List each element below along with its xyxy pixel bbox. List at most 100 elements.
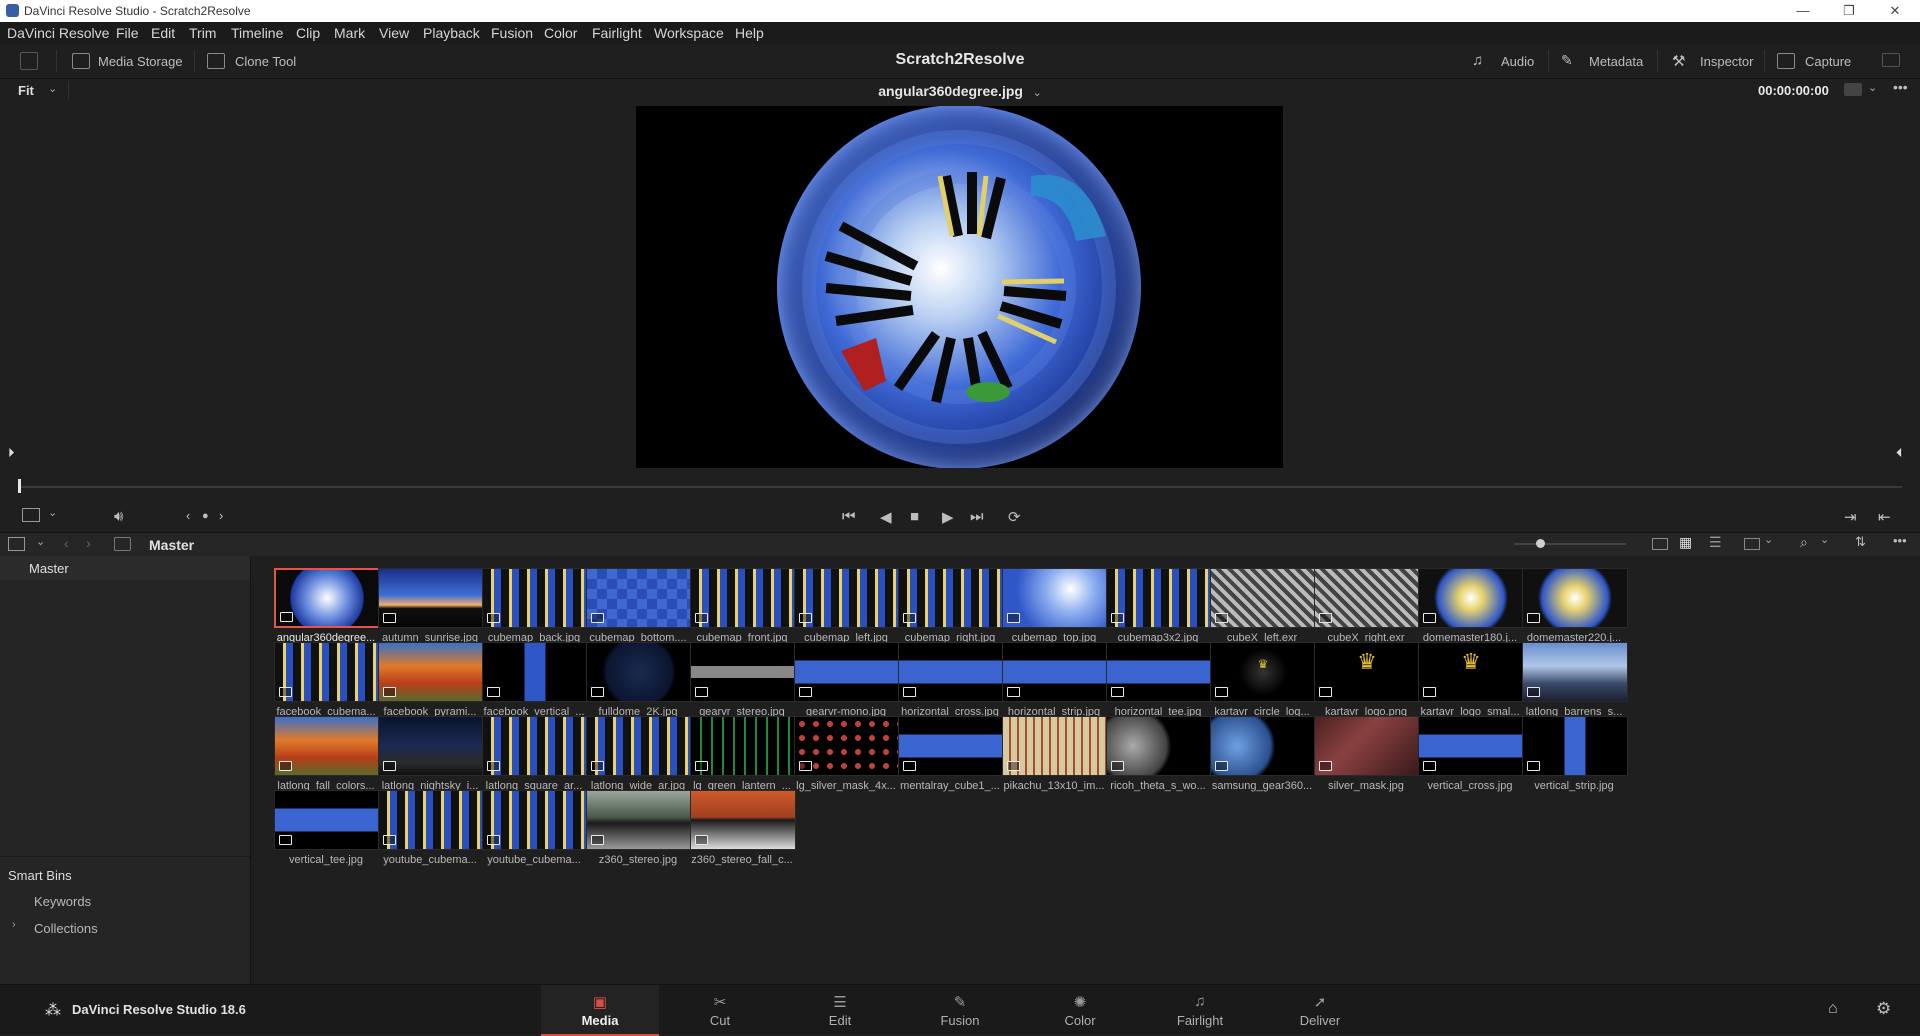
media-clip[interactable]: silver_mask.jpg	[1306, 704, 1426, 792]
keywords-bin[interactable]: Keywords	[34, 894, 91, 909]
clip-thumbnail[interactable]	[378, 790, 484, 850]
clip-thumbnail[interactable]	[378, 568, 484, 628]
clip-thumbnail[interactable]	[1210, 716, 1316, 776]
minimize-button[interactable]: —	[1780, 0, 1826, 22]
clip-thumbnail[interactable]	[898, 642, 1004, 702]
search-icon[interactable]: ⌕	[1800, 534, 1808, 551]
clip-thumbnail[interactable]	[1210, 568, 1316, 628]
clip-position-dot-icon[interactable]: ●	[202, 510, 209, 522]
play-reverse-icon[interactable]: ◀	[880, 508, 892, 526]
media-clip[interactable]: youtube_cubema...	[370, 778, 490, 866]
chevron-down-icon[interactable]: ⌄	[1033, 87, 1042, 99]
clip-thumbnail[interactable]	[1002, 716, 1108, 776]
capture-icon[interactable]	[1777, 53, 1795, 69]
media-clip[interactable]: youtube_cubema...	[474, 778, 594, 866]
scrubber-bar[interactable]	[0, 473, 1920, 503]
clip-thumbnail[interactable]	[690, 568, 796, 628]
media-clip[interactable]: mentalray_cube1_...	[890, 704, 1010, 792]
clip-thumbnail[interactable]	[482, 568, 588, 628]
go-to-first-frame-icon[interactable]: ⏵	[8, 445, 15, 461]
clip-thumbnail[interactable]	[1522, 568, 1628, 628]
metadata-view-icon[interactable]	[1652, 538, 1668, 550]
clip-thumbnail[interactable]	[1002, 568, 1108, 628]
clip-thumbnail[interactable]	[586, 642, 692, 702]
menu-fairlight[interactable]: Fairlight	[592, 25, 642, 41]
chevron-down-icon[interactable]: ⌄	[36, 535, 45, 548]
media-clip[interactable]: vertical_cross.jpg	[1410, 704, 1530, 792]
page-tab-fairlight[interactable]: ♫ Fairlight	[1141, 985, 1259, 1034]
home-icon[interactable]: ⌂	[1828, 1000, 1838, 1018]
collections-bin[interactable]: Collections	[34, 921, 98, 936]
thumbnail-view-icon[interactable]: ▦	[1679, 534, 1692, 551]
menu-fusion[interactable]: Fusion	[491, 25, 533, 41]
back-icon[interactable]: ‹	[64, 535, 69, 551]
menu-clip[interactable]: Clip	[296, 25, 320, 41]
page-tab-cut[interactable]: ✂ Cut	[661, 985, 779, 1034]
mark-in-icon[interactable]: ⇥	[1844, 508, 1857, 526]
slider-handle[interactable]	[1536, 539, 1545, 548]
menu-view[interactable]: View	[379, 25, 409, 41]
previous-clip-icon[interactable]: ‹	[186, 508, 190, 523]
scrubber-track[interactable]	[18, 486, 1902, 488]
go-to-last-frame-icon[interactable]: ⏴	[1896, 445, 1903, 461]
more-options-icon[interactable]: •••	[1893, 79, 1908, 95]
media-clip[interactable]: samsung_gear360...	[1202, 704, 1322, 792]
bin-master-label[interactable]: Master	[29, 561, 69, 576]
chevron-down-icon[interactable]: ⌄	[1764, 533, 1773, 546]
media-clip[interactable]: pikachu_13x10_im...	[994, 704, 1114, 792]
monitor-icon[interactable]	[1882, 53, 1900, 67]
clip-thumbnail[interactable]	[1106, 716, 1212, 776]
media-clip[interactable]: z360_stereo_fall_c...	[682, 778, 802, 866]
list-view-icon[interactable]: ☰	[1709, 534, 1722, 551]
viewer-layout-icon[interactable]	[22, 508, 40, 522]
clip-thumbnail[interactable]	[794, 642, 900, 702]
clip-thumbnail[interactable]	[1314, 716, 1420, 776]
clip-thumbnail[interactable]	[586, 568, 692, 628]
metadata-icon[interactable]: ✎	[1561, 52, 1573, 69]
forward-icon[interactable]: ›	[86, 535, 91, 551]
clip-thumbnail[interactable]	[898, 568, 1004, 628]
audio-button[interactable]: Audio	[1501, 54, 1534, 69]
audio-icon[interactable]: ♫	[1472, 52, 1483, 69]
clip-thumbnail[interactable]	[482, 642, 588, 702]
clip-thumbnail[interactable]	[482, 790, 588, 850]
menu-file[interactable]: File	[116, 25, 139, 41]
menu-help[interactable]: Help	[735, 25, 764, 41]
page-tab-fusion[interactable]: ✎ Fusion	[901, 985, 1019, 1034]
capture-button[interactable]: Capture	[1805, 54, 1851, 69]
chevron-down-icon[interactable]: ⌄	[1820, 533, 1829, 546]
clip-thumbnail[interactable]: ♛	[1210, 642, 1316, 702]
page-tab-edit[interactable]: ☰ Edit	[781, 985, 899, 1034]
clip-thumbnail[interactable]	[274, 716, 380, 776]
go-to-end-icon[interactable]: ⏭	[970, 508, 984, 525]
viewer-frame[interactable]	[636, 106, 1283, 468]
clip-thumbnail[interactable]	[1106, 642, 1212, 702]
play-icon[interactable]: ▶	[942, 508, 954, 526]
sort-icon[interactable]: ⇅	[1855, 534, 1866, 550]
media-clip[interactable]: ricoh_theta_s_wo...	[1098, 704, 1218, 792]
clip-thumbnail[interactable]	[1418, 716, 1524, 776]
thumbnail-size-slider[interactable]	[1514, 543, 1626, 545]
filter-icon[interactable]	[114, 537, 131, 551]
clip-thumbnail[interactable]	[1314, 568, 1420, 628]
clip-thumbnail[interactable]	[1002, 642, 1108, 702]
clip-thumbnail[interactable]	[690, 642, 796, 702]
bin-list-toggle-icon[interactable]	[8, 537, 25, 551]
clip-thumbnail[interactable]	[1418, 568, 1524, 628]
page-tab-media[interactable]: ▣ Media	[541, 985, 659, 1036]
clip-thumbnail[interactable]: ♛	[1314, 642, 1420, 702]
clip-thumbnail[interactable]	[898, 716, 1004, 776]
clip-thumbnail[interactable]: ♛	[1418, 642, 1524, 702]
clip-thumbnail[interactable]	[274, 568, 380, 628]
more-options-icon[interactable]: •••	[1893, 533, 1907, 548]
menu-color[interactable]: Color	[544, 25, 577, 41]
clip-thumbnail[interactable]	[794, 568, 900, 628]
current-clip-name[interactable]: angular360degree.jpg	[878, 83, 1023, 99]
clip-thumbnail[interactable]	[1522, 716, 1628, 776]
clip-thumbnail[interactable]	[274, 642, 380, 702]
clip-thumbnail[interactable]	[378, 642, 484, 702]
page-tab-deliver[interactable]: ➚ Deliver	[1261, 985, 1379, 1034]
clip-thumbnail[interactable]	[586, 790, 692, 850]
volume-icon[interactable]: 🔊︎	[114, 508, 123, 525]
clip-thumbnail[interactable]	[482, 716, 588, 776]
